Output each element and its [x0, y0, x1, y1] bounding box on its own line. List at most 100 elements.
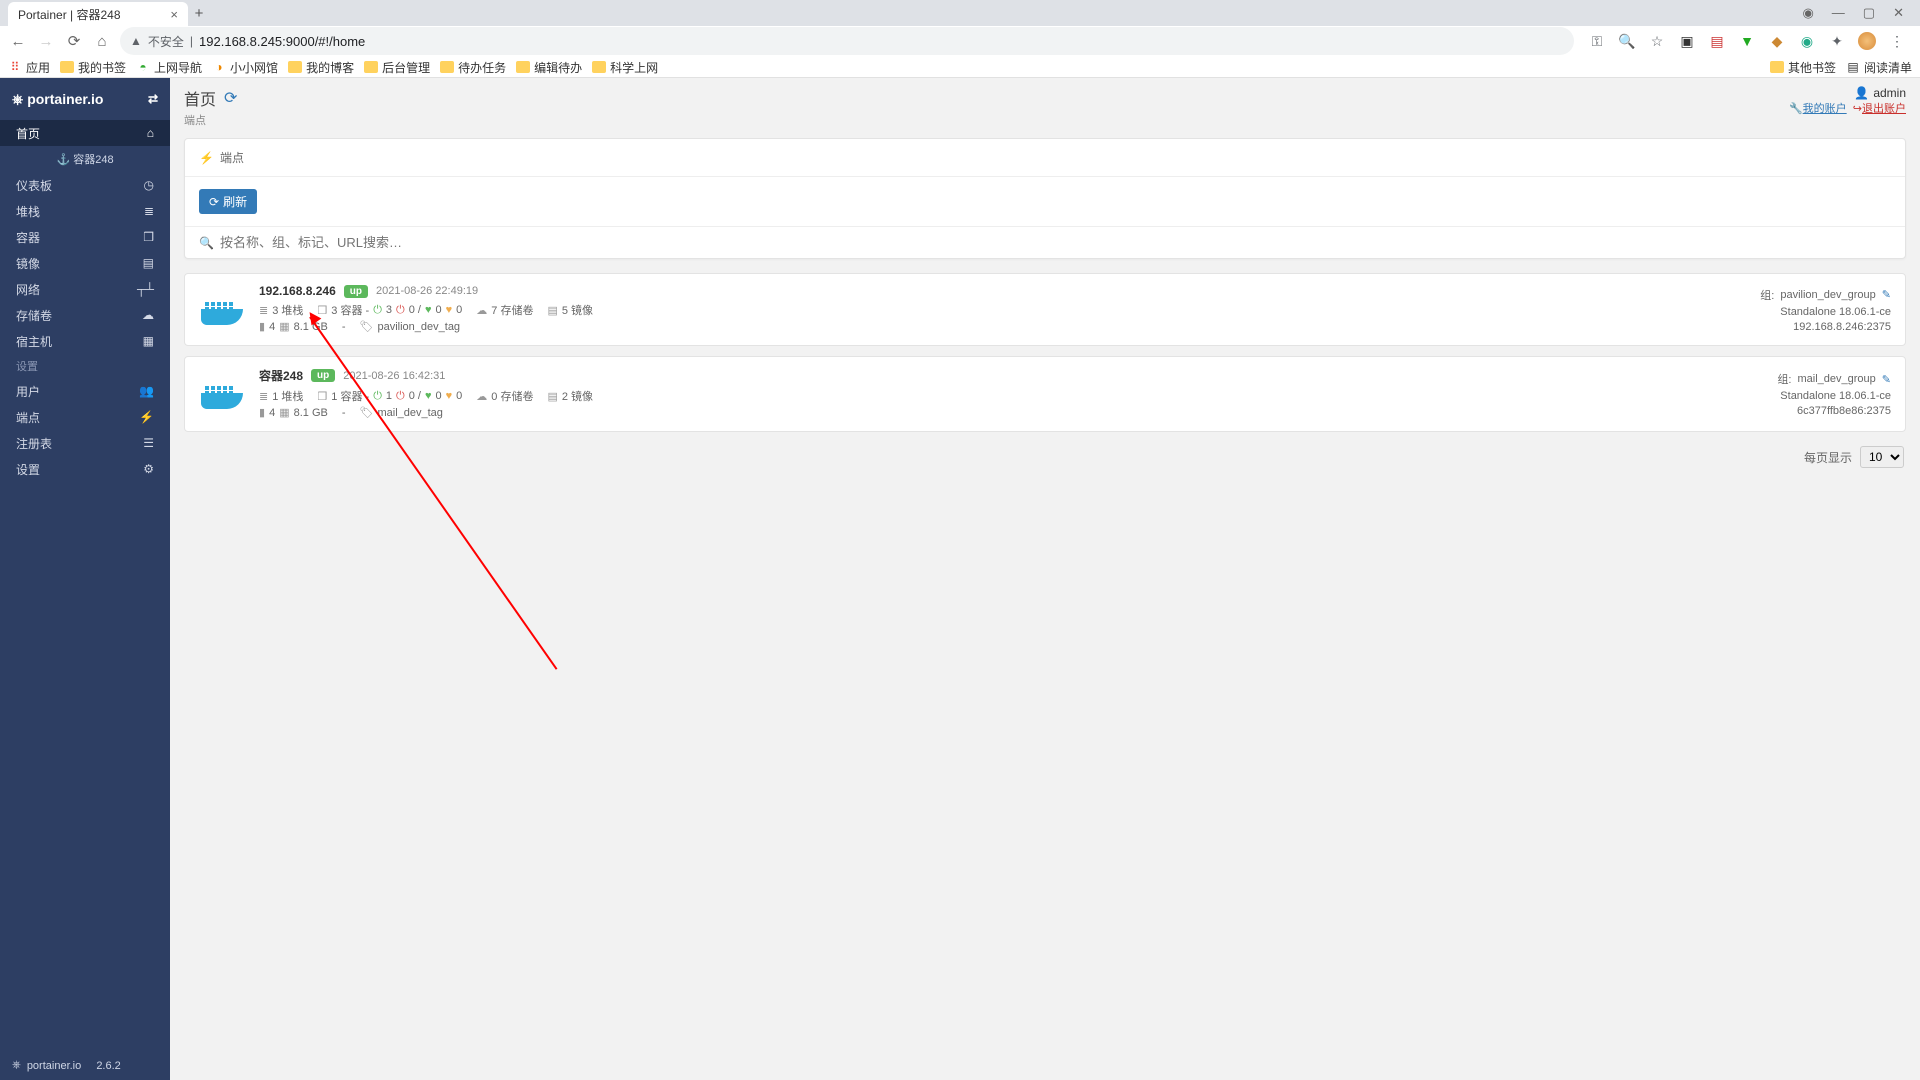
refresh-button[interactable]: ⟳ 刷新 [199, 189, 257, 214]
tab-strip: Portainer | 容器248 × + ◉ — ▢ ✕ [0, 0, 1920, 26]
browser-tab[interactable]: Portainer | 容器248 × [8, 2, 188, 26]
sidebar-item-dashboard[interactable]: 仪表板◷ [0, 172, 170, 198]
bm-5[interactable]: 后台管理 [364, 59, 430, 76]
new-tab-button[interactable]: + [188, 5, 210, 22]
bm-1[interactable]: 我的书签 [60, 59, 126, 76]
bm-6[interactable]: 待办任务 [440, 59, 506, 76]
sidebar-item-users[interactable]: 用户👥 [0, 378, 170, 404]
stat-stacks: ≣3 堆栈 [259, 302, 303, 318]
bm-3[interactable]: ◑小小网馆 [212, 59, 278, 76]
logout-link[interactable]: 退出账户 [1862, 103, 1906, 115]
per-page-select[interactable]: 10 [1860, 446, 1904, 468]
maximize-icon[interactable]: ▢ [1863, 5, 1875, 21]
users-icon: 👥 [139, 384, 154, 398]
bm-7[interactable]: 编辑待办 [516, 59, 582, 76]
endpoint-name: 容器248 [259, 367, 303, 384]
profile-avatar[interactable] [1858, 32, 1876, 50]
logo[interactable]: ⎈ portainer.io [12, 91, 103, 108]
edition: Standalone 18.06.1-ce [1721, 390, 1891, 402]
ext5-icon[interactable]: ◉ [1798, 32, 1816, 50]
sidebar-item-registries[interactable]: 注册表☰ [0, 430, 170, 456]
status-badge: up [344, 285, 368, 298]
sidebar: ⎈ portainer.io ⇄ 首页 ⌂ ⚓ 容器248 仪表板◷ 堆栈 ≣ 容… [0, 78, 170, 1080]
stacks-icon: ≣ [144, 204, 154, 218]
ext3-icon[interactable]: ▼ [1738, 32, 1756, 50]
plug-icon: ⚡ [199, 151, 214, 165]
networks-icon: ┬┴ [137, 282, 154, 296]
refresh-icon[interactable]: ⟳ [224, 88, 237, 108]
group-name: pavilion_dev_group [1780, 289, 1875, 301]
sidebar-section-settings: 设置 [0, 354, 170, 378]
anchor-icon: ⚓ [56, 153, 70, 166]
forward-icon[interactable]: → [36, 31, 56, 51]
edit-icon[interactable]: ✎ [1882, 373, 1891, 386]
swap-icon[interactable]: ⇄ [148, 92, 158, 106]
ext2-icon[interactable]: ▤ [1708, 32, 1726, 50]
dashboard-icon: ◷ [144, 178, 154, 192]
status-badge: up [311, 369, 335, 382]
sidebar-item-stacks[interactable]: 堆栈 ≣ [0, 198, 170, 224]
stat-images: ▤2 镜像 [547, 388, 593, 404]
url-text: 192.168.8.245:9000/#!/home [199, 34, 365, 49]
menu-icon[interactable]: ⋮ [1888, 32, 1906, 50]
bm-other[interactable]: 其他书签 [1770, 59, 1836, 76]
search-input[interactable] [220, 235, 1891, 250]
docker-logo [199, 292, 245, 328]
group-name: mail_dev_group [1798, 373, 1876, 385]
close-icon[interactable]: ✕ [1893, 5, 1904, 21]
edit-icon[interactable]: ✎ [1882, 288, 1891, 301]
sidebar-item-label: 镜像 [16, 255, 40, 272]
refresh-label: 刷新 [223, 193, 247, 210]
sidebar-item-home[interactable]: 首页 ⌂ [0, 120, 170, 146]
tab-close-icon[interactable]: × [170, 7, 178, 22]
stat-stacks: ≣1 堆栈 [259, 388, 303, 404]
bm-2[interactable]: ◓上网导航 [136, 59, 202, 76]
containers-icon: ❒ [143, 230, 154, 244]
app-root: ⎈ portainer.io ⇄ 首页 ⌂ ⚓ 容器248 仪表板◷ 堆栈 ≣ 容… [0, 78, 1920, 1080]
back-icon[interactable]: ← [8, 31, 28, 51]
key-icon[interactable]: ⚿ [1588, 32, 1606, 50]
account-icon[interactable]: ◉ [1802, 5, 1813, 21]
ext4-icon[interactable]: ◆ [1768, 32, 1786, 50]
sidebar-item-label: 宿主机 [16, 333, 52, 350]
reading-list[interactable]: ▤阅读清单 [1846, 59, 1912, 76]
address-bar: ← → ⟳ ⌂ ▲ 不安全 | 192.168.8.245:9000/#!/ho… [0, 26, 1920, 56]
sidebar-item-networks[interactable]: 网络┬┴ [0, 276, 170, 302]
stat-volumes: ☁7 存储卷 [476, 302, 533, 318]
gear-icon: ⚙ [143, 462, 154, 476]
endpoint-card[interactable]: 192.168.8.246 up 2021-08-26 22:49:19 ≣3 … [184, 273, 1906, 346]
sidebar-endpoint-name[interactable]: ⚓ 容器248 [0, 146, 170, 172]
home-icon[interactable]: ⌂ [92, 31, 112, 51]
stat-cpu: ▮4 ▦ 8.1 GB [259, 320, 328, 333]
bm-8[interactable]: 科学上网 [592, 59, 658, 76]
search-icon[interactable]: 🔍 [1618, 32, 1636, 50]
stat-containers: ❒1 容器 - ⏻ 1 ⏻ 0 / ♥ 0 ♥ 0 [317, 388, 462, 404]
search-icon: 🔍 [199, 236, 214, 250]
star-icon[interactable]: ☆ [1648, 32, 1666, 50]
sidebar-item-settings[interactable]: 设置⚙ [0, 456, 170, 482]
panel-title: 端点 [220, 149, 244, 166]
minimize-icon[interactable]: — [1832, 5, 1845, 21]
insecure-label: 不安全 [148, 33, 184, 50]
panel-header: ⚡ 端点 [185, 139, 1905, 177]
ext1-icon[interactable]: ▣ [1678, 32, 1696, 50]
apps-button[interactable]: ⠿应用 [8, 59, 50, 76]
endpoint-card[interactable]: 容器248 up 2021-08-26 16:42:31 ≣1 堆栈 ❒1 容器… [184, 356, 1906, 432]
my-account-link[interactable]: 我的账户 [1803, 103, 1847, 115]
sidebar-footer: ⎈portainer.io 2.6.2 [0, 1051, 170, 1080]
reload-icon[interactable]: ⟳ [64, 31, 84, 51]
window-controls: ◉ — ▢ ✕ [1802, 5, 1920, 21]
sidebar-item-volumes[interactable]: 存储卷☁ [0, 302, 170, 328]
toolbar-icons: ⚿ 🔍 ☆ ▣ ▤ ▼ ◆ ◉ ✦ ⋮ [1582, 32, 1912, 50]
sidebar-item-containers[interactable]: 容器❒ [0, 224, 170, 250]
username: admin [1873, 86, 1906, 100]
sidebar-item-images[interactable]: 镜像▤ [0, 250, 170, 276]
sidebar-item-endpoints[interactable]: 端点⚡ [0, 404, 170, 430]
endpoint-time: 2021-08-26 16:42:31 [343, 370, 445, 382]
extensions-icon[interactable]: ✦ [1828, 32, 1846, 50]
bm-4[interactable]: 我的博客 [288, 59, 354, 76]
stat-tag: 🏷pavilion_dev_tag [360, 320, 461, 333]
url-box[interactable]: ▲ 不安全 | 192.168.8.245:9000/#!/home [120, 27, 1574, 55]
sidebar-item-host[interactable]: 宿主机▦ [0, 328, 170, 354]
sidebar-item-label: 堆栈 [16, 203, 40, 220]
